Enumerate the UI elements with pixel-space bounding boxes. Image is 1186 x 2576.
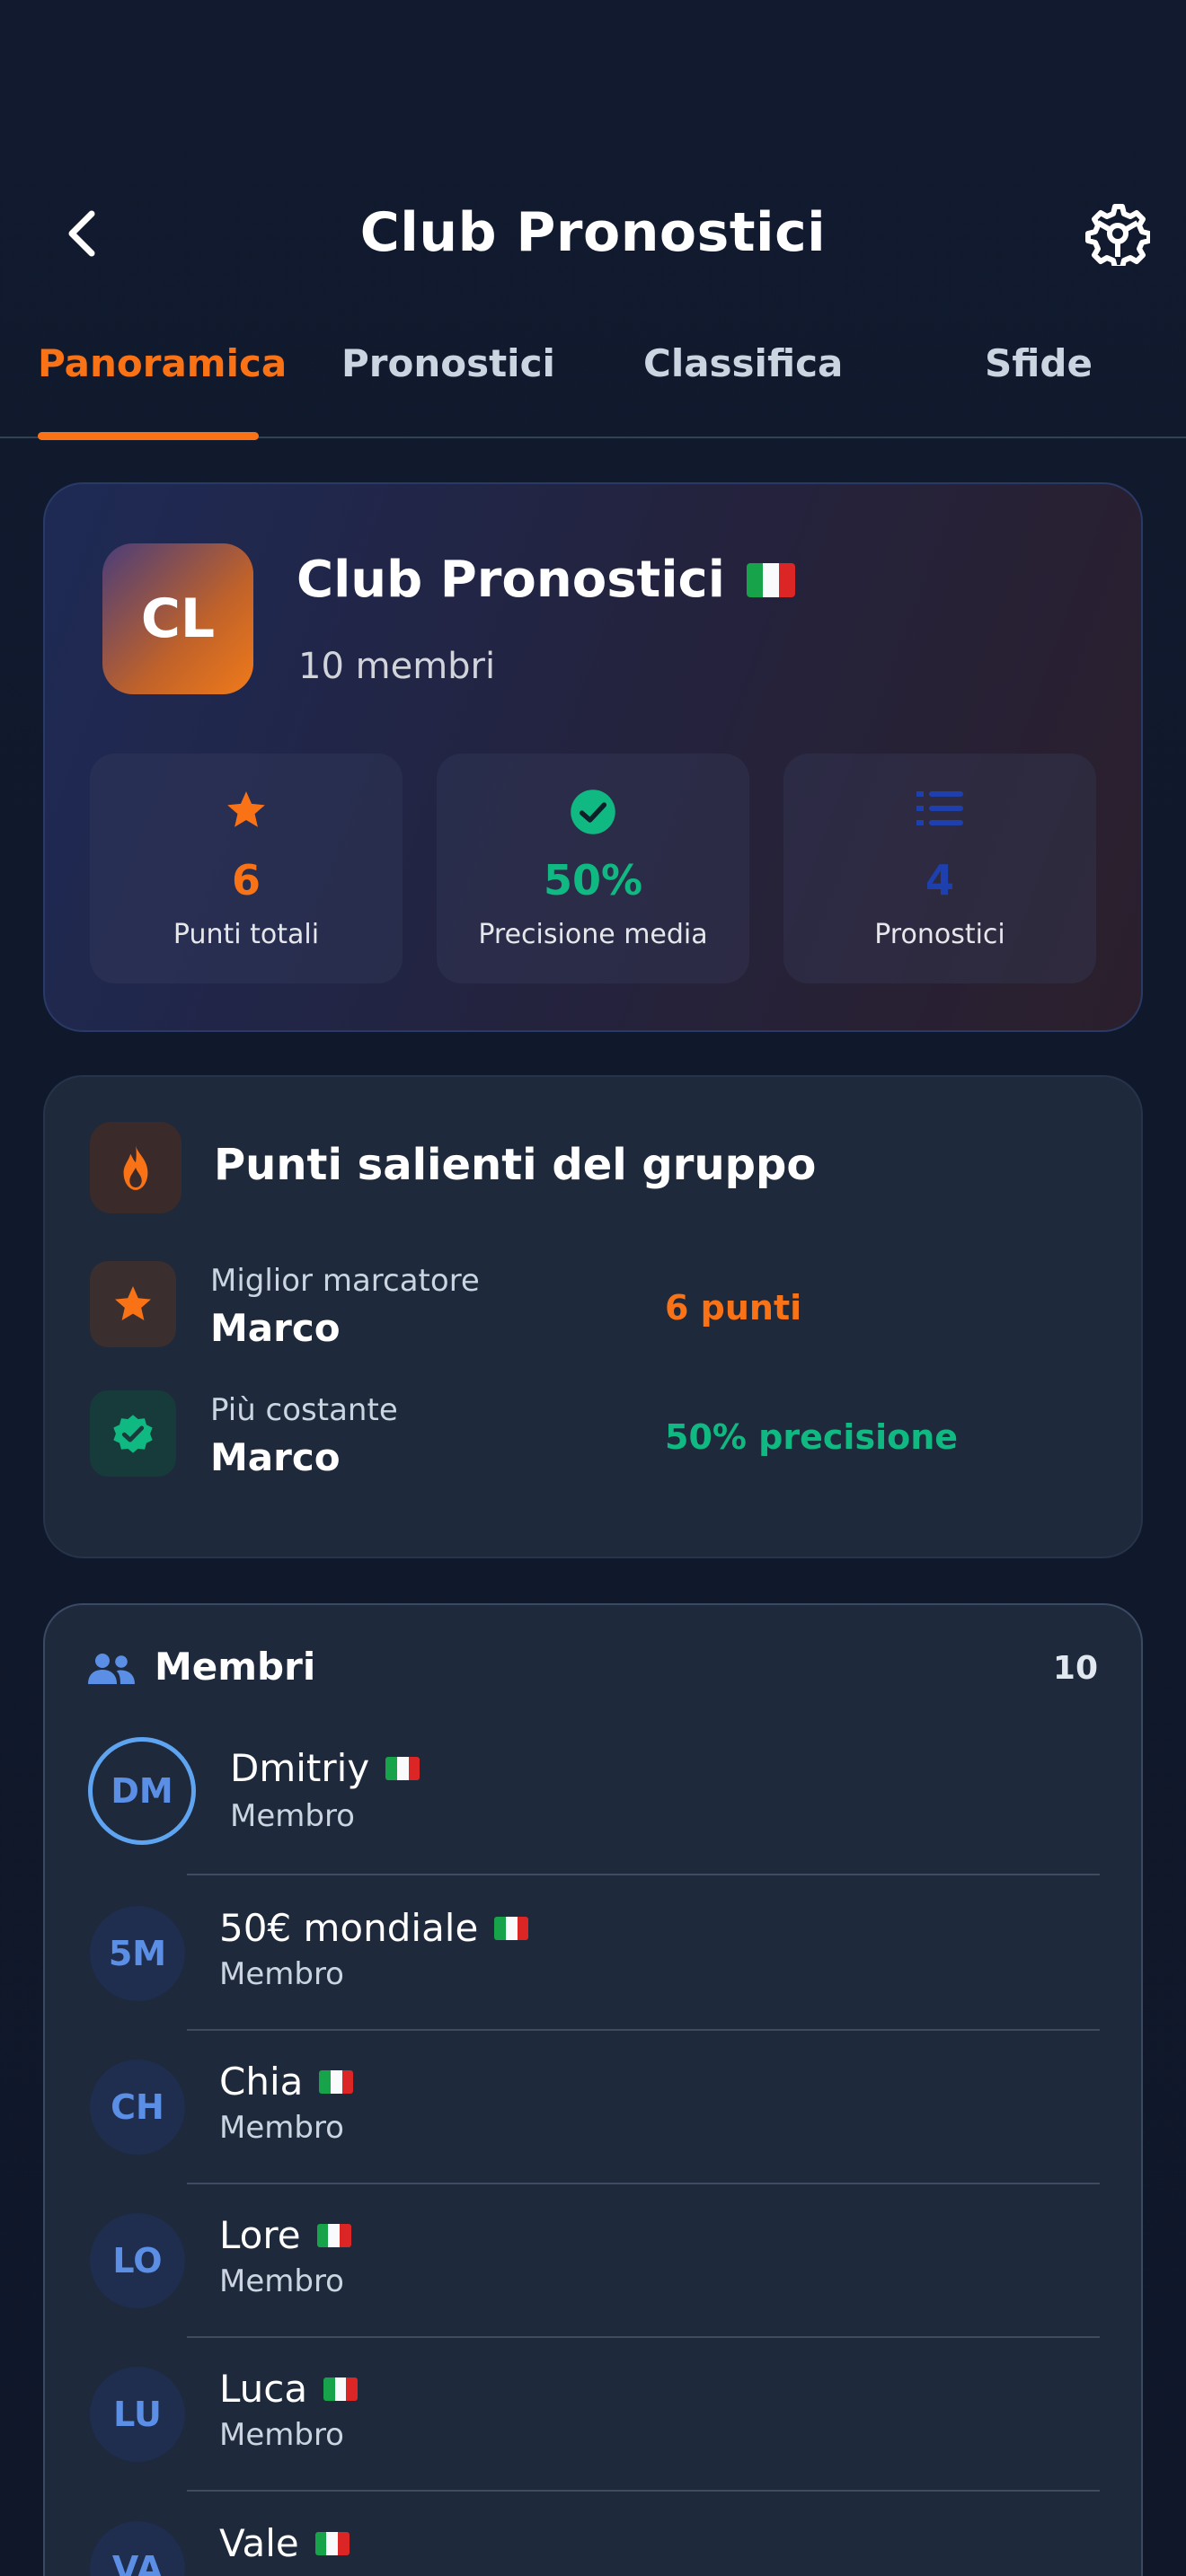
member-name: Lore	[219, 2213, 301, 2257]
stat-value: 6	[231, 856, 261, 904]
member-name: Dmitriy	[230, 1746, 370, 1790]
club-summary-card: CL Club Pronostici 10 membri 6 Punti tot…	[43, 482, 1143, 1032]
row-divider	[187, 2336, 1100, 2338]
club-name-row: Club Pronostici	[296, 551, 795, 609]
member-role: Membro	[219, 1956, 344, 1992]
star-icon	[115, 1286, 151, 1320]
member-name: 50€ mondiale	[219, 1906, 479, 1950]
members-card: Membri 10 DM Dmitriy Membro 5M 50€ mondi…	[43, 1603, 1143, 2576]
member-name-row: Vale	[219, 2521, 350, 2565]
italy-flag-icon	[385, 1756, 420, 1780]
member-name-row: Dmitriy	[230, 1746, 420, 1790]
tab-sfide[interactable]: Sfide	[983, 341, 1094, 438]
club-initials: CL	[140, 587, 216, 650]
tab-bar: Panoramica Pronostici Classifica Sfide	[0, 332, 1186, 440]
stat-label: Pronostici	[874, 919, 1005, 950]
stat-value: 4	[925, 856, 954, 904]
member-name-row: Lore	[219, 2213, 351, 2257]
stat-label: Precisione media	[478, 919, 708, 950]
member-name: Vale	[219, 2521, 299, 2565]
verified-badge-icon	[113, 1415, 153, 1453]
active-tab-indicator	[38, 432, 259, 440]
member-avatar: 5M	[90, 1906, 185, 2001]
tab-pronostici[interactable]: Pronostici	[341, 341, 555, 438]
club-name: Club Pronostici	[296, 551, 725, 609]
member-avatar: LU	[90, 2367, 185, 2462]
member-row[interactable]: LO Lore Membro	[45, 2213, 1141, 2366]
check-circle-icon	[571, 790, 615, 834]
member-row[interactable]: DM Dmitriy Membro	[45, 1737, 1141, 1890]
tab-classifica[interactable]: Classifica	[643, 341, 843, 438]
member-row[interactable]: LU Luca Membro	[45, 2367, 1141, 2519]
list-numbered-icon	[916, 791, 963, 825]
top-bar: Club Pronostici	[0, 180, 1186, 287]
member-role: Membro	[219, 2572, 344, 2576]
settings-button[interactable]	[1082, 198, 1154, 269]
row-divider	[187, 2183, 1100, 2184]
highlight-icon-box	[90, 1261, 176, 1347]
highlights-icon-box	[90, 1122, 181, 1213]
flame-icon	[123, 1145, 148, 1190]
club-avatar: CL	[102, 543, 253, 694]
italy-flag-icon	[746, 562, 795, 597]
italy-flag-icon	[314, 2531, 350, 2555]
stat-label: Punti totali	[173, 919, 320, 950]
highlight-label: Miglior marcatore	[210, 1263, 480, 1299]
stat-average-precision: 50% Precisione media	[437, 754, 749, 984]
member-name-row: Luca	[219, 2367, 358, 2411]
member-role: Membro	[219, 2110, 344, 2146]
member-name: Chia	[219, 2060, 304, 2104]
member-row[interactable]: CH Chia Membro	[45, 2060, 1141, 2212]
group-highlights-card: Punti salienti del gruppo Miglior marcat…	[43, 1075, 1143, 1558]
highlight-value: 50% precisione	[665, 1417, 959, 1457]
highlight-top-scorer: Miglior marcatore Marco 6 punti	[90, 1261, 1105, 1351]
highlights-title: Punti salienti del gruppo	[214, 1140, 817, 1190]
tab-label: Classifica	[643, 341, 844, 385]
member-avatar: LO	[90, 2213, 185, 2308]
stat-value: 50%	[543, 856, 643, 904]
stat-predictions: 4 Pronostici	[783, 754, 1096, 984]
member-role: Membro	[219, 2263, 344, 2299]
italy-flag-icon	[319, 2069, 354, 2094]
highlight-value: 6 punti	[665, 1288, 802, 1328]
tab-panoramica[interactable]: Panoramica	[38, 341, 287, 440]
tab-label: Sfide	[985, 341, 1093, 385]
highlight-name: Marco	[210, 1435, 341, 1479]
row-divider	[187, 2029, 1100, 2031]
highlight-label: Più costante	[210, 1392, 398, 1428]
row-divider	[187, 2490, 1100, 2492]
tab-label: Pronostici	[341, 341, 555, 385]
tab-label: Panoramica	[38, 341, 288, 385]
member-role: Membro	[219, 2417, 344, 2453]
member-role: Membro	[230, 1798, 355, 1834]
italy-flag-icon	[316, 2223, 351, 2247]
italy-flag-icon	[323, 2377, 358, 2401]
member-name: Luca	[219, 2367, 308, 2411]
gear-icon	[1085, 204, 1150, 266]
highlight-most-consistent: Più costante Marco 50% precisione	[90, 1390, 1105, 1480]
users-icon	[88, 1654, 135, 1684]
star-icon	[227, 791, 265, 827]
italy-flag-icon	[494, 1916, 529, 1940]
row-divider	[187, 1874, 1100, 1875]
club-member-count: 10 membri	[298, 646, 496, 687]
stat-total-points: 6 Punti totali	[90, 754, 403, 984]
member-avatar: VA	[90, 2521, 185, 2576]
member-avatar: DM	[88, 1737, 196, 1845]
members-title: Membri	[155, 1645, 316, 1689]
member-avatar: CH	[90, 2060, 185, 2155]
page-title: Club Pronostici	[359, 201, 827, 264]
members-count: 10	[1052, 1650, 1098, 1687]
member-row[interactable]: VA Vale Membro	[45, 2521, 1141, 2576]
member-name-row: 50€ mondiale	[219, 1906, 529, 1950]
member-row[interactable]: 5M 50€ mondiale Membro	[45, 1906, 1141, 2059]
member-name-row: Chia	[219, 2060, 354, 2104]
highlight-name: Marco	[210, 1306, 341, 1350]
highlight-icon-box	[90, 1390, 176, 1477]
